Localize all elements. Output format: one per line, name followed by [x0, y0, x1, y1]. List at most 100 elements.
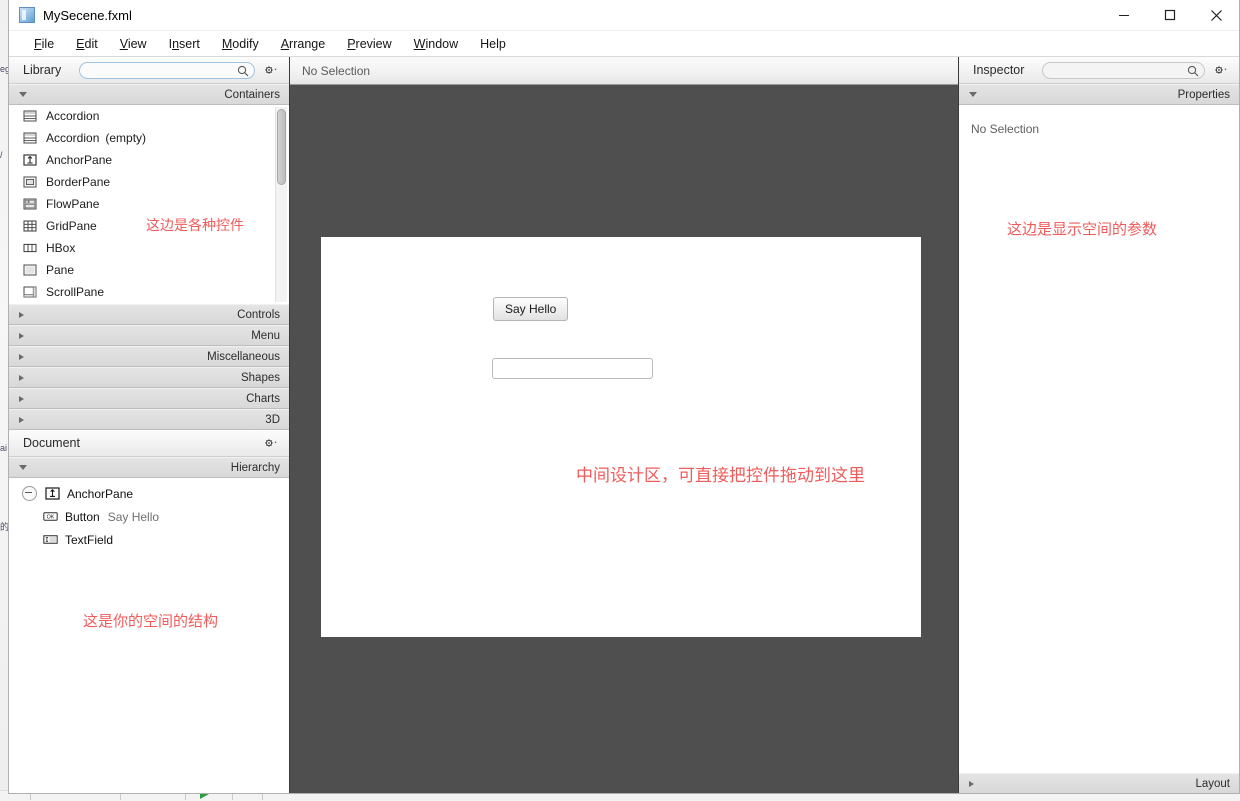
menu-insert[interactable]: Insert	[158, 34, 211, 54]
inspector-section-properties[interactable]: Properties	[959, 84, 1239, 105]
document-section-hierarchy[interactable]: Hierarchy	[9, 457, 289, 478]
maximize-icon	[1164, 9, 1176, 21]
chevron-down-icon	[19, 92, 27, 97]
minimize-button[interactable]	[1101, 0, 1147, 30]
library-section-controls[interactable]: Controls	[9, 304, 289, 325]
menu-help[interactable]: Help	[469, 34, 517, 54]
app-icon	[19, 7, 35, 23]
tree-node-label: AnchorPane	[67, 486, 134, 501]
center-column: No Selection Say Hello 中间设计区，可直接把控件拖动到这里	[290, 57, 958, 793]
inspector-panel-header: Inspector	[959, 57, 1239, 84]
library-section-shapes-label: Shapes	[240, 371, 280, 384]
hbox-icon	[23, 243, 37, 253]
library-item-pane[interactable]: Pane	[9, 259, 289, 281]
design-textfield[interactable]	[492, 358, 653, 379]
menu-window[interactable]: Window	[403, 34, 469, 54]
button-icon: OK	[43, 512, 58, 521]
inspector-title: Inspector	[973, 63, 1025, 77]
library-section-containers[interactable]: Containers	[9, 84, 289, 105]
flowpane-icon	[23, 198, 37, 210]
library-item-flowpane[interactable]: FlowPane	[9, 193, 289, 215]
tree-node-label: Button	[65, 509, 100, 524]
window-controls	[1101, 0, 1239, 30]
hierarchy-tree[interactable]: AnchorPane OK Button Say Hello TextField…	[9, 478, 289, 793]
library-item-scrollpane[interactable]: ScrollPane	[9, 281, 289, 303]
library-scrollbar[interactable]	[275, 107, 287, 302]
library-item-label: ScrollPane	[46, 285, 105, 299]
menu-preview[interactable]: Preview	[336, 34, 402, 54]
design-root-anchorpane[interactable]: Say Hello 中间设计区，可直接把控件拖动到这里	[321, 237, 921, 637]
accordion-icon	[23, 110, 37, 122]
menu-modify[interactable]: Modify	[211, 34, 270, 54]
document-gear-button[interactable]	[261, 434, 281, 452]
anchorpane-icon	[45, 487, 60, 500]
library-item-hbox[interactable]: HBox	[9, 237, 289, 259]
window-title: MySecene.fxml	[43, 7, 132, 23]
library-item-borderpane[interactable]: BorderPane	[9, 171, 289, 193]
library-item-label: Accordion	[46, 109, 100, 123]
hierarchy-annotation: 这是你的空间的结构	[83, 613, 219, 630]
scrollpane-icon	[23, 286, 37, 298]
inspector-section-layout[interactable]: Layout	[959, 773, 1239, 793]
library-section-3d-label: 3D	[265, 413, 280, 426]
breadcrumb: No Selection	[290, 57, 958, 85]
chevron-right-icon	[969, 780, 974, 787]
inspector-body: No Selection 这边是显示空间的参数	[959, 105, 1239, 773]
gear-icon	[1215, 66, 1227, 74]
chevron-right-icon	[19, 353, 24, 360]
title-bar: MySecene.fxml	[9, 0, 1239, 31]
breadcrumb-label: No Selection	[302, 63, 371, 78]
background-glyph: /	[0, 150, 3, 160]
library-title: Library	[23, 63, 62, 77]
library-section-menu[interactable]: Menu	[9, 325, 289, 346]
library-item-anchorpane[interactable]: AnchorPane	[9, 149, 289, 171]
library-section-miscellaneous[interactable]: Miscellaneous	[9, 346, 289, 367]
library-item-label: HBox	[46, 241, 76, 255]
chevron-right-icon	[19, 374, 24, 381]
menu-file[interactable]: File	[23, 34, 65, 54]
inspector-annotation: 这边是显示空间的参数	[1007, 221, 1158, 238]
background-glyph: ai	[0, 443, 8, 453]
library-search-input[interactable]	[80, 64, 254, 76]
minimize-icon	[1119, 15, 1129, 16]
inspector-search-box[interactable]	[1042, 61, 1205, 79]
main-body: Library Containers Accordion Accordion (…	[9, 57, 1239, 793]
library-section-shapes[interactable]: Shapes	[9, 367, 289, 388]
library-section-charts[interactable]: Charts	[9, 388, 289, 409]
library-section-charts-label: Charts	[246, 392, 280, 405]
library-scrollbar-thumb[interactable]	[277, 109, 286, 185]
library-item-accordion[interactable]: Accordion	[9, 105, 289, 127]
library-gear-button[interactable]	[261, 61, 281, 79]
inspector-section-properties-label: Properties	[1177, 88, 1230, 101]
library-section-controls-label: Controls	[237, 308, 280, 321]
menu-view[interactable]: View	[109, 34, 158, 54]
library-item-gridpane[interactable]: GridPane	[9, 215, 289, 237]
library-section-3d[interactable]: 3D	[9, 409, 289, 430]
borderpane-icon	[23, 176, 37, 188]
collapse-toggle-icon[interactable]	[22, 486, 37, 501]
tree-row-anchorpane[interactable]: AnchorPane	[9, 482, 289, 505]
library-item-label: Accordion	[46, 131, 100, 145]
tree-node-value: Say Hello	[107, 509, 160, 524]
design-canvas[interactable]: Say Hello 中间设计区，可直接把控件拖动到这里	[290, 85, 958, 793]
design-button-say-hello[interactable]: Say Hello	[493, 297, 569, 321]
maximize-button[interactable]	[1147, 0, 1193, 30]
pane-icon	[23, 264, 37, 276]
tree-row-button[interactable]: OK Button Say Hello	[9, 505, 289, 528]
library-item-list[interactable]: Accordion Accordion (empty) AnchorPane B…	[9, 105, 289, 304]
tree-row-textfield[interactable]: TextField	[9, 528, 289, 551]
chevron-right-icon	[19, 416, 24, 423]
left-panel-column: Library Containers Accordion Accordion (…	[9, 57, 290, 793]
menu-edit[interactable]: Edit	[65, 34, 109, 54]
search-icon	[1187, 65, 1199, 76]
menu-arrange[interactable]: Arrange	[270, 34, 336, 54]
library-item-accordion-empty[interactable]: Accordion (empty)	[9, 127, 289, 149]
inspector-gear-button[interactable]	[1211, 61, 1231, 79]
library-search-box[interactable]	[79, 61, 255, 79]
document-panel: Document Hierarchy AnchorPane OK Button …	[9, 430, 289, 793]
svg-text:OK: OK	[47, 515, 55, 521]
inspector-search-input[interactable]	[1043, 64, 1204, 76]
close-button[interactable]	[1193, 0, 1239, 30]
close-icon	[1210, 9, 1222, 21]
anchorpane-icon	[23, 154, 37, 166]
